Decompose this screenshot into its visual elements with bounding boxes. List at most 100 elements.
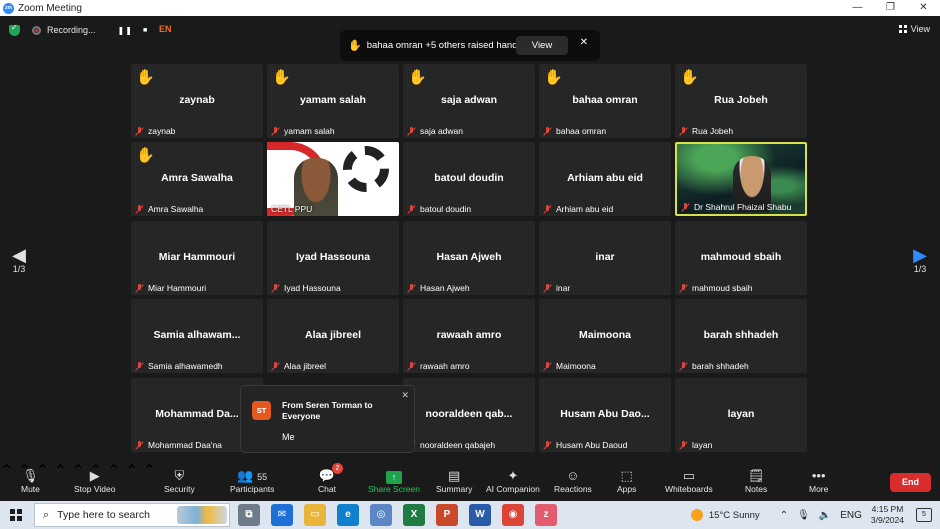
reactions-button[interactable]: ☺ Reactions <box>554 467 592 494</box>
participants-icon: 👥 55 <box>237 468 268 483</box>
stop-recording-button[interactable]: ■ <box>143 27 147 34</box>
weather-text: 15°C Sunny <box>708 509 760 521</box>
participant-tile[interactable]: Husam Abu Dao... Husam Abu Daoud <box>539 378 671 452</box>
participant-tile[interactable]: inar inar <box>539 221 671 295</box>
file-explorer-icon[interactable]: ▭ <box>304 504 326 526</box>
mail-app-icon[interactable]: ✉ <box>271 504 293 526</box>
participant-tile[interactable]: CETL PPU <box>267 142 399 216</box>
next-page-button[interactable]: ▶ 1/3 <box>910 246 930 274</box>
participant-tile[interactable]: barah shhadeh barah shhadeh <box>675 299 807 373</box>
participant-tile[interactable]: Hasan Ajweh Hasan Ajweh <box>403 221 535 295</box>
chat-options-chevron-icon[interactable]: ⌃ <box>54 463 67 480</box>
system-tray: 15°C Sunny ⌃ 🎙 🔈 ENG 4:15 PM 3/9/2024 5 <box>690 501 940 529</box>
participant-label-text: saja adwan <box>420 126 464 136</box>
dismiss-notification-button[interactable]: ✕ <box>580 37 588 48</box>
apps-button[interactable]: ⬚ Apps <box>617 467 636 494</box>
participant-label-text: inar <box>556 283 571 293</box>
chat-button[interactable]: 💬 2 Chat <box>318 463 343 494</box>
participant-tile[interactable]: ✋ Rua Jobeh Rua Jobeh <box>675 64 807 138</box>
participant-tile[interactable]: Alaa jibreel Alaa jibreel <box>267 299 399 373</box>
participant-tile[interactable]: rawaah amro rawaah amro <box>403 299 535 373</box>
end-meeting-button[interactable]: End <box>890 473 931 492</box>
participant-tile[interactable]: ✋ yamam salah yamam salah <box>267 64 399 138</box>
whiteboards-button[interactable]: ▭ Whiteboards <box>665 467 713 494</box>
apps-label: Apps <box>617 484 637 494</box>
participant-tile[interactable]: Miar Hammouri Miar Hammouri <box>131 221 263 295</box>
word-app-icon[interactable]: W <box>469 504 491 526</box>
smiley-icon: ☺ <box>566 468 580 483</box>
participant-label-text: Maimoona <box>556 361 596 371</box>
mute-button[interactable]: 🎙 Mute <box>21 467 40 494</box>
participant-display-name: saja adwan <box>440 94 498 106</box>
view-button[interactable]: View <box>898 24 930 34</box>
share-screen-button[interactable]: ↑ Share Screen <box>368 467 420 494</box>
language-interpretation-button[interactable]: EN <box>159 24 172 34</box>
tray-microphone-icon[interactable]: 🎙 <box>797 510 810 521</box>
zoom-taskbar-icon[interactable]: z <box>535 504 557 526</box>
taskbar-clock[interactable]: 4:15 PM 3/9/2024 <box>871 504 904 526</box>
audio-options-chevron-icon[interactable]: ⌃ <box>0 463 13 480</box>
edge-browser-icon[interactable]: e <box>337 504 359 526</box>
chrome-browser-icon[interactable]: ◉ <box>502 504 524 526</box>
stop-video-button[interactable]: ▶ Stop Video <box>74 467 115 494</box>
excel-app-icon[interactable]: X <box>403 504 425 526</box>
participant-tile[interactable]: ✋ Amra Sawalha Amra Sawalha <box>131 142 263 216</box>
participant-label-text: Dr Shahrul Fhaizal Shabu <box>694 202 792 212</box>
participant-label-text: Mohammad Daa'na <box>148 440 222 450</box>
participant-tile[interactable]: Iyad Hassouna Iyad Hassouna <box>267 221 399 295</box>
task-view-icon[interactable]: ⧉ <box>238 504 260 526</box>
network-app-icon[interactable]: ◎ <box>370 504 392 526</box>
participant-display-name: rawaah amro <box>436 329 502 341</box>
chat-unread-badge: 2 <box>332 463 343 474</box>
maximize-button[interactable]: ❐ <box>874 0 907 16</box>
summary-label: Summary <box>436 484 473 494</box>
encryption-shield-icon[interactable] <box>9 23 20 36</box>
close-button[interactable]: ✕ <box>907 0 940 16</box>
participant-tile[interactable]: ✋ zaynab zaynab <box>131 64 263 138</box>
weather-widget[interactable]: 15°C Sunny <box>690 509 760 521</box>
participant-label-text: layan <box>692 440 713 450</box>
more-button[interactable]: ••• More <box>809 467 828 494</box>
notification-center-icon[interactable]: 5 <box>916 508 932 522</box>
muted-mic-icon <box>681 202 690 212</box>
previous-page-button[interactable]: ◀ 1/3 <box>9 246 29 274</box>
chat-notification-popup[interactable]: ✕ ST From Seren Torman to Everyone Me <box>240 385 415 453</box>
powerpoint-app-icon[interactable]: P <box>436 504 458 526</box>
notes-options-chevron-icon[interactable]: ⌃ <box>143 463 156 480</box>
pause-recording-button[interactable]: ❚❚ <box>118 26 133 35</box>
participant-tile[interactable]: mahmoud sbaih mahmoud sbaih <box>675 221 807 295</box>
right-arrow-icon: ▶ <box>913 245 927 265</box>
input-language-indicator[interactable]: ENG <box>840 510 862 521</box>
participant-name-label: Miar Hammouri <box>135 283 206 293</box>
muted-mic-icon <box>407 204 416 214</box>
windows-start-icon[interactable] <box>10 509 22 521</box>
participant-tile[interactable]: Samia alhawam... Samia alhawamedh <box>131 299 263 373</box>
view-raised-hands-button[interactable]: View <box>516 36 568 55</box>
volume-icon[interactable]: 🔈 <box>819 510 831 521</box>
security-shield-icon: ⛨ <box>174 468 185 483</box>
page-indicator-right: 1/3 <box>913 264 927 274</box>
participant-tile[interactable]: layan layan <box>675 378 807 452</box>
muted-mic-icon <box>679 440 688 450</box>
summary-button[interactable]: ▤ Summary <box>436 467 472 494</box>
minimize-button[interactable]: — <box>841 0 874 16</box>
participant-tile[interactable]: batoul doudin batoul doudin <box>403 142 535 216</box>
participant-name-label: nooraldeen qabajeh <box>407 440 495 450</box>
taskbar-search-box[interactable]: ⌕ Type here to search <box>34 503 230 527</box>
tray-chevron-up-icon[interactable]: ⌃ <box>780 510 788 521</box>
ai-companion-button[interactable]: ✦ AI Companion <box>486 467 540 494</box>
participant-tile[interactable]: nooraldeen qab... nooraldeen qabajeh <box>403 378 535 452</box>
participant-tile[interactable]: Dr Shahrul Fhaizal Shabu <box>675 142 807 216</box>
close-chat-popup-button[interactable]: ✕ <box>401 390 409 401</box>
participants-button[interactable]: 👥 55 Participants <box>230 467 274 494</box>
participant-tile[interactable]: ✋ bahaa omran bahaa omran <box>539 64 671 138</box>
participant-name-label: Husam Abu Daoud <box>543 440 627 450</box>
participant-tile[interactable]: Arhiam abu eid Arhiam abu eid <box>539 142 671 216</box>
grid-view-icon <box>898 25 907 33</box>
notes-button[interactable]: 🗒 Notes <box>745 467 767 494</box>
participant-tile[interactable]: ✋ saja adwan saja adwan <box>403 64 535 138</box>
whiteboards-options-chevron-icon[interactable]: ⌃ <box>125 463 138 480</box>
security-button[interactable]: ⛨ Security <box>164 467 195 494</box>
participant-tile[interactable]: Maimoona Maimoona <box>539 299 671 373</box>
participant-label-text: Samia alhawamedh <box>148 361 223 371</box>
